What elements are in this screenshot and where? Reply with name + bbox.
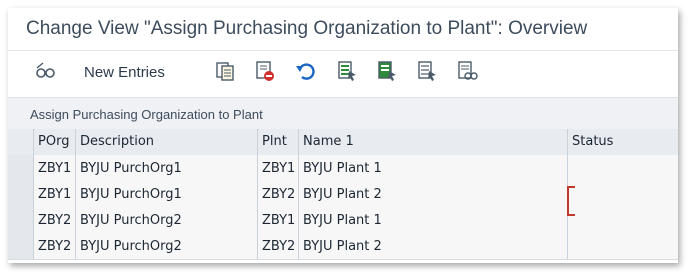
column-header-plnt[interactable]: Plnt — [258, 129, 299, 155]
toolbar: New Entries — [8, 51, 678, 97]
cell-name1-text: BYJU Plant 1 — [303, 213, 382, 228]
select-all-icon[interactable] — [336, 60, 358, 82]
cell-plnt-text: ZBY1 — [262, 213, 296, 228]
table-row[interactable]: ZBY2 BYJU PurchOrg2 ZBY2 BYJU Plant 2 — [8, 233, 678, 260]
cell-plnt: ZBY2 — [258, 233, 299, 259]
row-selector[interactable] — [8, 181, 34, 207]
column-header-description-label: Description — [80, 134, 155, 149]
cell-name1-text: BYJU Plant 1 — [303, 161, 382, 176]
cell-plnt: ZBY1 — [258, 207, 299, 233]
cell-porg-text: ZBY2 — [38, 239, 72, 254]
section-title: Assign Purchasing Organization to Plant — [30, 107, 263, 122]
cell-porg-text: ZBY1 — [38, 161, 72, 176]
cell-plnt-text: ZBY2 — [262, 187, 296, 202]
column-header-name1[interactable]: Name 1 — [299, 129, 568, 155]
row-selector[interactable] — [8, 155, 34, 181]
delete-icon[interactable] — [254, 60, 276, 82]
cell-plnt-text: ZBY2 — [262, 239, 296, 254]
table-row[interactable]: ZBY1 BYJU PurchOrg1 ZBY2 BYJU Plant 2 — [8, 181, 678, 208]
cell-name1: BYJU Plant 1 — [299, 155, 568, 181]
undo-icon[interactable] — [294, 60, 316, 82]
cell-porg: ZBY1 — [34, 155, 76, 181]
cell-status — [568, 155, 678, 181]
cell-porg-text: ZBY1 — [38, 187, 72, 202]
cell-plnt: ZBY2 — [258, 181, 299, 207]
column-header-porg[interactable]: POrg — [34, 129, 76, 155]
cell-porg: ZBY2 — [34, 233, 76, 259]
column-header-name1-label: Name 1 — [303, 134, 354, 149]
display-change-icon[interactable] — [34, 60, 56, 82]
cell-status — [568, 207, 678, 233]
column-header-porg-label: POrg — [38, 134, 70, 149]
cell-status — [568, 233, 678, 259]
deselect-all-icon[interactable] — [416, 60, 438, 82]
cell-name1-text: BYJU Plant 2 — [303, 187, 382, 202]
table-row[interactable]: ZBY1 BYJU PurchOrg1 ZBY1 BYJU Plant 1 — [8, 155, 678, 182]
configuration-icon[interactable] — [456, 60, 478, 82]
cell-description-text: BYJU PurchOrg2 — [80, 213, 182, 228]
cell-description: BYJU PurchOrg1 — [76, 155, 258, 181]
copy-icon[interactable] — [214, 60, 236, 82]
cell-name1: BYJU Plant 2 — [299, 181, 568, 207]
column-header-plnt-label: Plnt — [262, 134, 287, 149]
column-header-description[interactable]: Description — [76, 129, 258, 155]
page-title: Change View "Assign Purchasing Organizat… — [26, 18, 588, 39]
table-section-header: Assign Purchasing Organization to Plant — [8, 97, 678, 130]
cell-description-text: BYJU PurchOrg1 — [80, 161, 182, 176]
table-row[interactable]: ZBY2 BYJU PurchOrg2 ZBY1 BYJU Plant 1 — [8, 207, 678, 234]
cell-description-text: BYJU PurchOrg2 — [80, 239, 182, 254]
title-bar: Change View "Assign Purchasing Organizat… — [8, 8, 678, 51]
cell-plnt-text: ZBY1 — [262, 161, 296, 176]
column-header-status[interactable]: Status — [568, 129, 678, 155]
cell-plnt: ZBY1 — [258, 155, 299, 181]
select-all-column-header[interactable] — [8, 129, 34, 155]
select-block-icon[interactable] — [376, 60, 398, 82]
cursor-marker — [567, 186, 575, 216]
cell-description-text: BYJU PurchOrg1 — [80, 187, 182, 202]
row-selector[interactable] — [8, 233, 34, 259]
table-header-row: POrg Description Plnt Name 1 Status — [8, 129, 678, 156]
column-header-status-label: Status — [572, 134, 614, 149]
cell-porg: ZBY1 — [34, 181, 76, 207]
sap-window: Change View "Assign Purchasing Organizat… — [8, 8, 678, 263]
cell-porg-text: ZBY2 — [38, 213, 72, 228]
cell-porg: ZBY2 — [34, 207, 76, 233]
row-selector[interactable] — [8, 207, 34, 233]
cell-name1: BYJU Plant 1 — [299, 207, 568, 233]
cell-status — [568, 181, 678, 207]
cell-name1-text: BYJU Plant 2 — [303, 239, 382, 254]
cell-description: BYJU PurchOrg2 — [76, 233, 258, 259]
cell-name1: BYJU Plant 2 — [299, 233, 568, 259]
new-entries-button[interactable]: New Entries — [84, 64, 165, 81]
cell-description: BYJU PurchOrg2 — [76, 207, 258, 233]
cell-description: BYJU PurchOrg1 — [76, 181, 258, 207]
